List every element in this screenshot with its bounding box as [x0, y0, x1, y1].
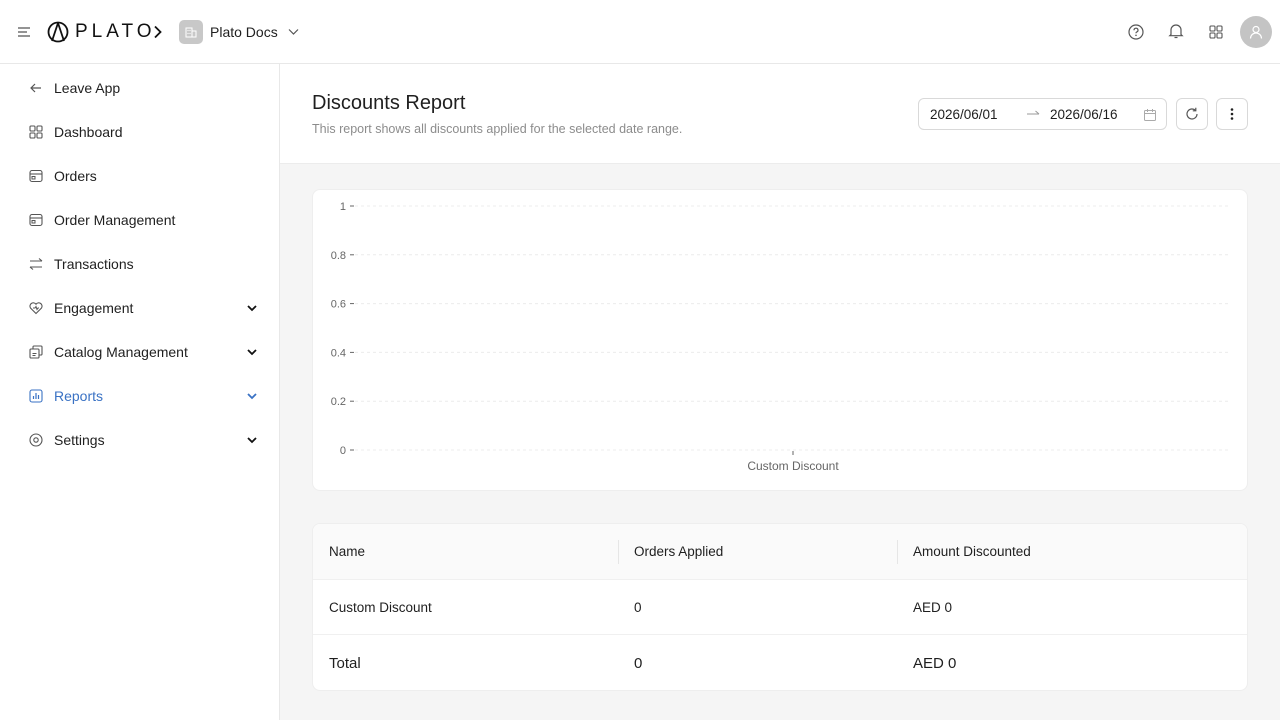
sidebar-item-label: Settings	[54, 432, 105, 448]
chevron-down-icon	[246, 346, 258, 358]
help-icon[interactable]	[1126, 22, 1146, 42]
chevron-down-icon	[288, 28, 299, 36]
table-header: Name Orders Applied Amount Discounted	[313, 524, 1247, 580]
breadcrumb-chevron-icon	[153, 25, 163, 39]
refresh-icon	[1186, 107, 1198, 120]
order-management-icon	[28, 212, 44, 228]
cell-orders-applied: 0	[634, 600, 642, 615]
menu-icon[interactable]	[16, 24, 32, 40]
sidebar-item-settings[interactable]: Settings	[0, 420, 279, 460]
org-name: Plato Docs	[210, 24, 278, 40]
calendar-icon	[1143, 108, 1157, 122]
sidebar-item-leave-app[interactable]: Leave App	[0, 68, 279, 108]
y-tick-label: 0.2	[331, 396, 346, 408]
chevron-down-icon	[246, 390, 258, 402]
logo-text: PLATO	[75, 21, 156, 42]
sidebar-item-orders[interactable]: Orders	[0, 156, 279, 196]
discounts-chart: 0 0.2 0.4 0.6 0.8 1 Custom Discount	[331, 201, 1231, 473]
column-header-orders-applied: Orders Applied	[634, 544, 724, 559]
sidebar-item-label: Transactions	[54, 256, 134, 272]
sidebar-item-label: Order Management	[54, 212, 176, 228]
y-tick-label: 0.8	[331, 250, 346, 262]
building-icon	[179, 20, 203, 44]
date-end[interactable]: 2026/06/16	[1050, 107, 1118, 122]
sidebar-item-label: Engagement	[54, 300, 134, 316]
settings-icon	[28, 432, 44, 448]
catalog-icon	[28, 344, 44, 360]
reports-icon	[28, 388, 44, 404]
user-icon	[1249, 25, 1263, 39]
chevron-down-icon	[246, 302, 258, 314]
y-tick-label: 0	[340, 445, 346, 457]
table-row[interactable]: Custom Discount 0 AED 0	[313, 580, 1247, 635]
avatar[interactable]	[1240, 16, 1272, 48]
plato-logo[interactable]: PLATO	[47, 20, 156, 44]
total-label: Total	[329, 655, 361, 672]
arrow-left-icon	[28, 80, 44, 96]
y-tick-label: 0.6	[331, 299, 346, 311]
refresh-button[interactable]	[1176, 98, 1208, 130]
column-header-amount-discounted: Amount Discounted	[913, 544, 1031, 559]
sidebar-item-label: Reports	[54, 388, 104, 404]
more-options-button[interactable]	[1216, 98, 1248, 130]
sidebar-item-label: Catalog Management	[54, 344, 188, 360]
sidebar: Leave App Dashboard Orders Order Managem…	[0, 64, 280, 720]
column-header-name: Name	[329, 544, 366, 559]
x-tick-label: Custom Discount	[747, 459, 839, 473]
chart-card: 0 0.2 0.4 0.6 0.8 1 Custom Discount	[312, 189, 1248, 491]
date-start[interactable]: 2026/06/01	[930, 107, 998, 122]
y-tick-label: 0.4	[331, 347, 346, 359]
sidebar-item-order-management[interactable]: Order Management	[0, 200, 279, 240]
chevron-down-icon	[246, 434, 258, 446]
more-vertical-icon	[1230, 108, 1234, 120]
sidebar-item-label: Dashboard	[54, 124, 123, 140]
table-total-row: Total 0 AED 0	[313, 635, 1247, 690]
sidebar-item-dashboard[interactable]: Dashboard	[0, 112, 279, 152]
column-divider	[618, 540, 619, 564]
logo-mark-icon	[47, 21, 69, 43]
total-orders-applied: 0	[634, 655, 643, 672]
discounts-table: Name Orders Applied Amount Discounted Cu…	[312, 523, 1248, 691]
sidebar-item-engagement[interactable]: Engagement	[0, 288, 279, 328]
arrow-right-icon	[1026, 108, 1040, 120]
heart-icon	[28, 300, 44, 316]
transactions-icon	[28, 256, 44, 272]
column-divider	[897, 540, 898, 564]
sidebar-item-label: Orders	[54, 168, 97, 184]
orders-icon	[28, 168, 44, 184]
y-tick-label: 1	[340, 201, 346, 213]
bell-icon[interactable]	[1166, 21, 1186, 41]
total-amount-discounted: AED 0	[913, 655, 957, 672]
sidebar-item-label: Leave App	[54, 80, 121, 96]
top-bar: PLATO Plato Docs	[0, 0, 1280, 64]
page-subtitle: This report shows all discounts applied …	[312, 122, 683, 136]
apps-grid-icon[interactable]	[1206, 22, 1226, 42]
dashboard-icon	[28, 124, 44, 140]
org-switcher[interactable]: Plato Docs	[179, 20, 299, 44]
page-header: Discounts Report This report shows all d…	[280, 64, 1280, 164]
date-range-picker[interactable]: 2026/06/01 2026/06/16	[918, 98, 1167, 130]
sidebar-item-catalog-management[interactable]: Catalog Management	[0, 332, 279, 372]
sidebar-item-reports[interactable]: Reports	[0, 376, 279, 416]
page-title: Discounts Report	[312, 92, 466, 114]
cell-amount-discounted: AED 0	[913, 600, 953, 615]
cell-name: Custom Discount	[329, 600, 432, 615]
sidebar-item-transactions[interactable]: Transactions	[0, 244, 279, 284]
main-content: Discounts Report This report shows all d…	[280, 64, 1280, 720]
